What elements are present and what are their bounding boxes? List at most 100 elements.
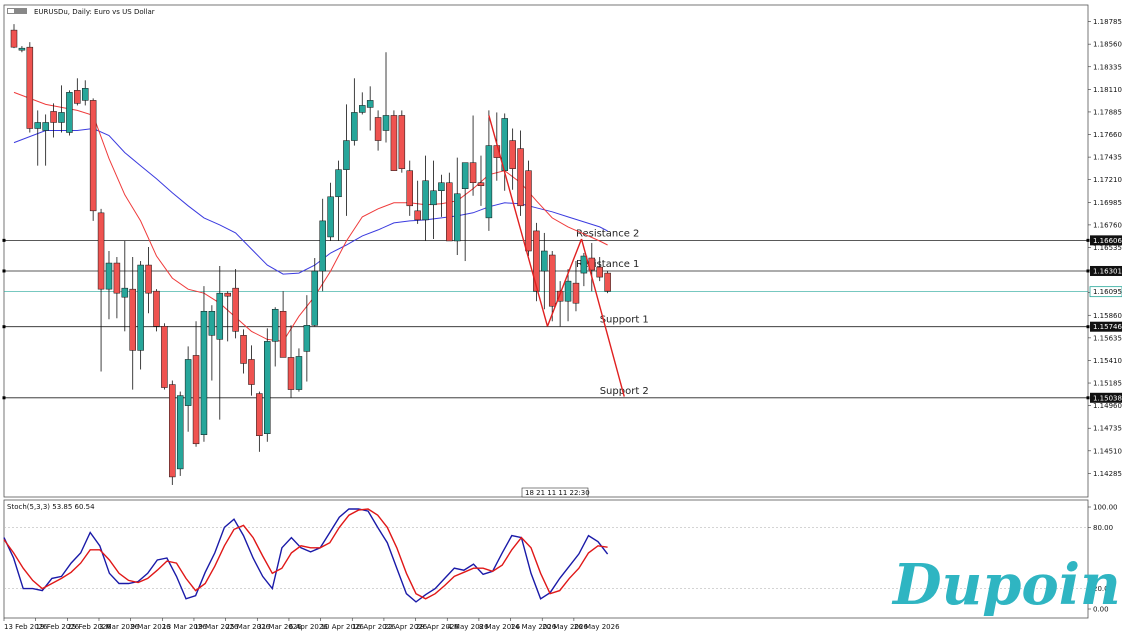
candle-body — [541, 250, 548, 272]
price-tick-label: 1.17660 — [1093, 131, 1122, 139]
candle-body — [169, 384, 176, 478]
price-tick-label: 1.18110 — [1093, 86, 1122, 94]
candle — [446, 172, 453, 242]
candle-body — [153, 290, 160, 327]
candle-body — [430, 190, 437, 206]
stoch-tick-label: 80.00 — [1093, 524, 1113, 532]
candle-body — [74, 90, 81, 104]
price-tick-label: 1.15410 — [1093, 357, 1122, 365]
level-label: Support 1 — [600, 315, 649, 326]
candle-body — [509, 140, 516, 169]
trading-chart[interactable]: EURUSDu, Daily: Euro vs US Dollar 1.1878… — [0, 0, 1122, 638]
price-tick-label: 1.15860 — [1093, 312, 1122, 320]
price-tick-label: 1.17210 — [1093, 176, 1122, 184]
level-line-handle — [1086, 396, 1090, 400]
candle-body — [485, 145, 493, 219]
price-tick-label: 1.14960 — [1093, 402, 1122, 410]
candle-body — [564, 280, 572, 302]
candle-body — [477, 182, 485, 186]
date-tick-label: 26 May 2026 — [574, 623, 620, 631]
candle — [525, 160, 532, 257]
candle-body — [137, 264, 144, 351]
candle — [153, 289, 160, 332]
symbol-flag-icon-inner — [8, 9, 14, 13]
candle — [161, 323, 168, 390]
candle-body — [66, 92, 73, 133]
candle-body — [161, 326, 168, 388]
candle-body — [10, 29, 18, 48]
candle-body — [287, 357, 295, 390]
level-line-handle — [1086, 269, 1090, 273]
dupoin-logo-text: Dupoin — [891, 552, 1121, 618]
level-price-box-text: 1.15746 — [1093, 323, 1122, 331]
candle-body — [319, 220, 326, 272]
candle-body — [271, 308, 279, 342]
stoch-tick-label: 100.00 — [1093, 504, 1118, 512]
candle — [533, 222, 540, 302]
candle-body — [232, 287, 239, 332]
price-tick-label: 1.16985 — [1093, 199, 1122, 207]
candle-body — [113, 262, 121, 294]
candle-body — [42, 122, 49, 131]
candle-body — [604, 272, 611, 292]
candle-body — [461, 162, 469, 189]
time-marker: 18 21 11 11 22:30 — [521, 487, 590, 498]
candle-body — [406, 170, 413, 207]
candle — [66, 90, 73, 136]
level-label: Resistance 2 — [576, 228, 639, 239]
candle — [390, 110, 398, 171]
candle-body — [414, 210, 421, 221]
candle-body — [58, 112, 65, 123]
time-marker-text: 18 21 11 11 22:30 — [525, 489, 590, 497]
candle-body — [335, 169, 342, 198]
candle-body — [34, 122, 41, 129]
symbol-title-text: EURUSDu, Daily: Euro vs US Dollar — [34, 8, 155, 16]
candle-body — [248, 359, 255, 385]
candle — [398, 110, 406, 173]
level-price-box-text: 1.16606 — [1093, 237, 1122, 245]
level-line-handle — [2, 325, 6, 329]
candle-body — [533, 230, 540, 292]
candle-body — [596, 266, 603, 278]
price-tick-label: 1.18335 — [1093, 63, 1122, 71]
candle-body — [359, 105, 366, 113]
candle-body — [446, 182, 453, 242]
price-tick-label: 1.17435 — [1093, 154, 1122, 162]
candle-body — [256, 393, 263, 437]
candle-body — [311, 270, 319, 326]
candle-body — [351, 112, 358, 141]
candle — [89, 98, 97, 221]
candle — [176, 391, 184, 476]
candle-body — [525, 170, 532, 252]
candle-body — [382, 115, 390, 131]
candle-body — [105, 262, 113, 290]
level-line-handle — [1086, 238, 1090, 242]
candle-body — [422, 180, 429, 221]
stoch-label: Stoch(5,3,3) 53.85 60.54 — [7, 503, 95, 511]
price-tick-label: 1.14285 — [1093, 470, 1122, 478]
candle — [26, 42, 34, 133]
candle-body — [129, 288, 136, 351]
price-tick-label: 1.15635 — [1093, 334, 1122, 342]
candle-body — [50, 111, 57, 123]
level-price-box-text: 1.15038 — [1093, 394, 1122, 402]
level-line-handle — [2, 396, 6, 400]
price-tick-label: 1.14735 — [1093, 425, 1122, 433]
candle-body — [279, 310, 287, 358]
level-line-handle — [1086, 325, 1090, 329]
price-axis: 1.18785 1.18560 1.18335 1.18110 1.17885 1.176… — [1088, 18, 1122, 478]
candle-body — [366, 100, 374, 108]
candle-body — [264, 341, 271, 434]
candle-body — [81, 88, 89, 101]
candle-body — [327, 196, 334, 238]
candle-body — [303, 325, 311, 352]
candle-body — [548, 254, 556, 307]
level-price-box-text: 1.16301 — [1093, 267, 1122, 275]
candle-body — [145, 264, 152, 294]
candle-body — [390, 115, 398, 171]
candle-body — [517, 148, 524, 207]
candle-body — [398, 115, 406, 169]
candle-body — [216, 292, 224, 340]
price-tick-label: 1.18785 — [1093, 18, 1122, 26]
candle-body — [192, 355, 200, 445]
